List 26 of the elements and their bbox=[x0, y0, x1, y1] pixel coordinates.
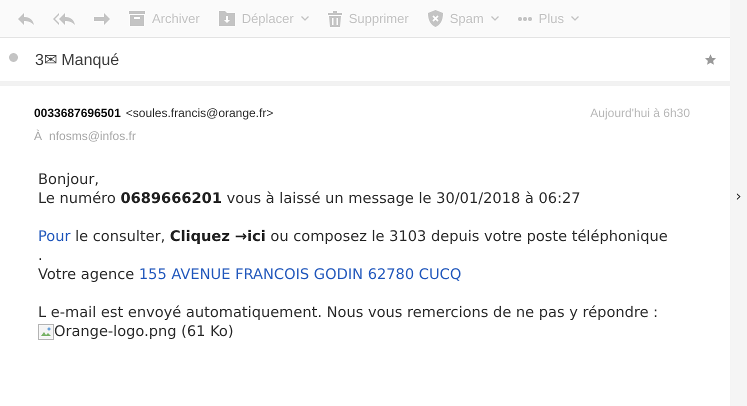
unread-dot[interactable] bbox=[9, 53, 18, 62]
message-text: Le numéro 0689666201 vous à laissé un message le 30/01/2018 à 06:27 bbox=[38, 189, 582, 208]
star-icon[interactable] bbox=[705, 54, 716, 65]
shield-icon bbox=[428, 10, 443, 27]
greeting-text: Bonjour, bbox=[38, 170, 100, 189]
reply-icon bbox=[18, 12, 34, 24]
attachment-alt-text: Orange-logo.png (61 Ko) bbox=[54, 322, 234, 341]
to-label: À bbox=[34, 129, 42, 143]
more-dots-icon bbox=[518, 16, 532, 20]
instructions-text: Pour le consulter, Cliquez →ici ou composez le 3103 depuis votre poste téléphonique . bbox=[38, 227, 669, 265]
broken-image-icon bbox=[38, 324, 54, 340]
sender-email: <soules.francis@orange.fr> bbox=[126, 106, 274, 120]
address-link[interactable]: 155 AVENUE FRANCOIS GODIN 62780 CUCQ bbox=[138, 266, 462, 283]
archive-box-icon bbox=[129, 11, 145, 26]
email-date: Aujourd'hui à 6h30 bbox=[590, 106, 690, 120]
sender-name: 0033687696501 bbox=[34, 106, 121, 120]
agency-text: Votre agence 155 AVENUE FRANCOIS GODIN 62780 CUCQ bbox=[38, 265, 462, 284]
expand-arrow[interactable]: › bbox=[736, 187, 742, 205]
reply-all-icon bbox=[53, 12, 75, 24]
forward-arrow-icon bbox=[94, 12, 110, 24]
email-subject: 3✉ Manqué bbox=[35, 50, 120, 70]
notice-text: L e-mail est envoyé automatiquement. Nous vous remercions de ne pas y répondre : bbox=[38, 303, 660, 322]
trash-icon bbox=[328, 10, 342, 26]
recipient-email: nfosms@infos.fr bbox=[49, 129, 136, 143]
pour-link[interactable]: Pour bbox=[38, 228, 70, 245]
folder-down-icon bbox=[218, 11, 235, 26]
